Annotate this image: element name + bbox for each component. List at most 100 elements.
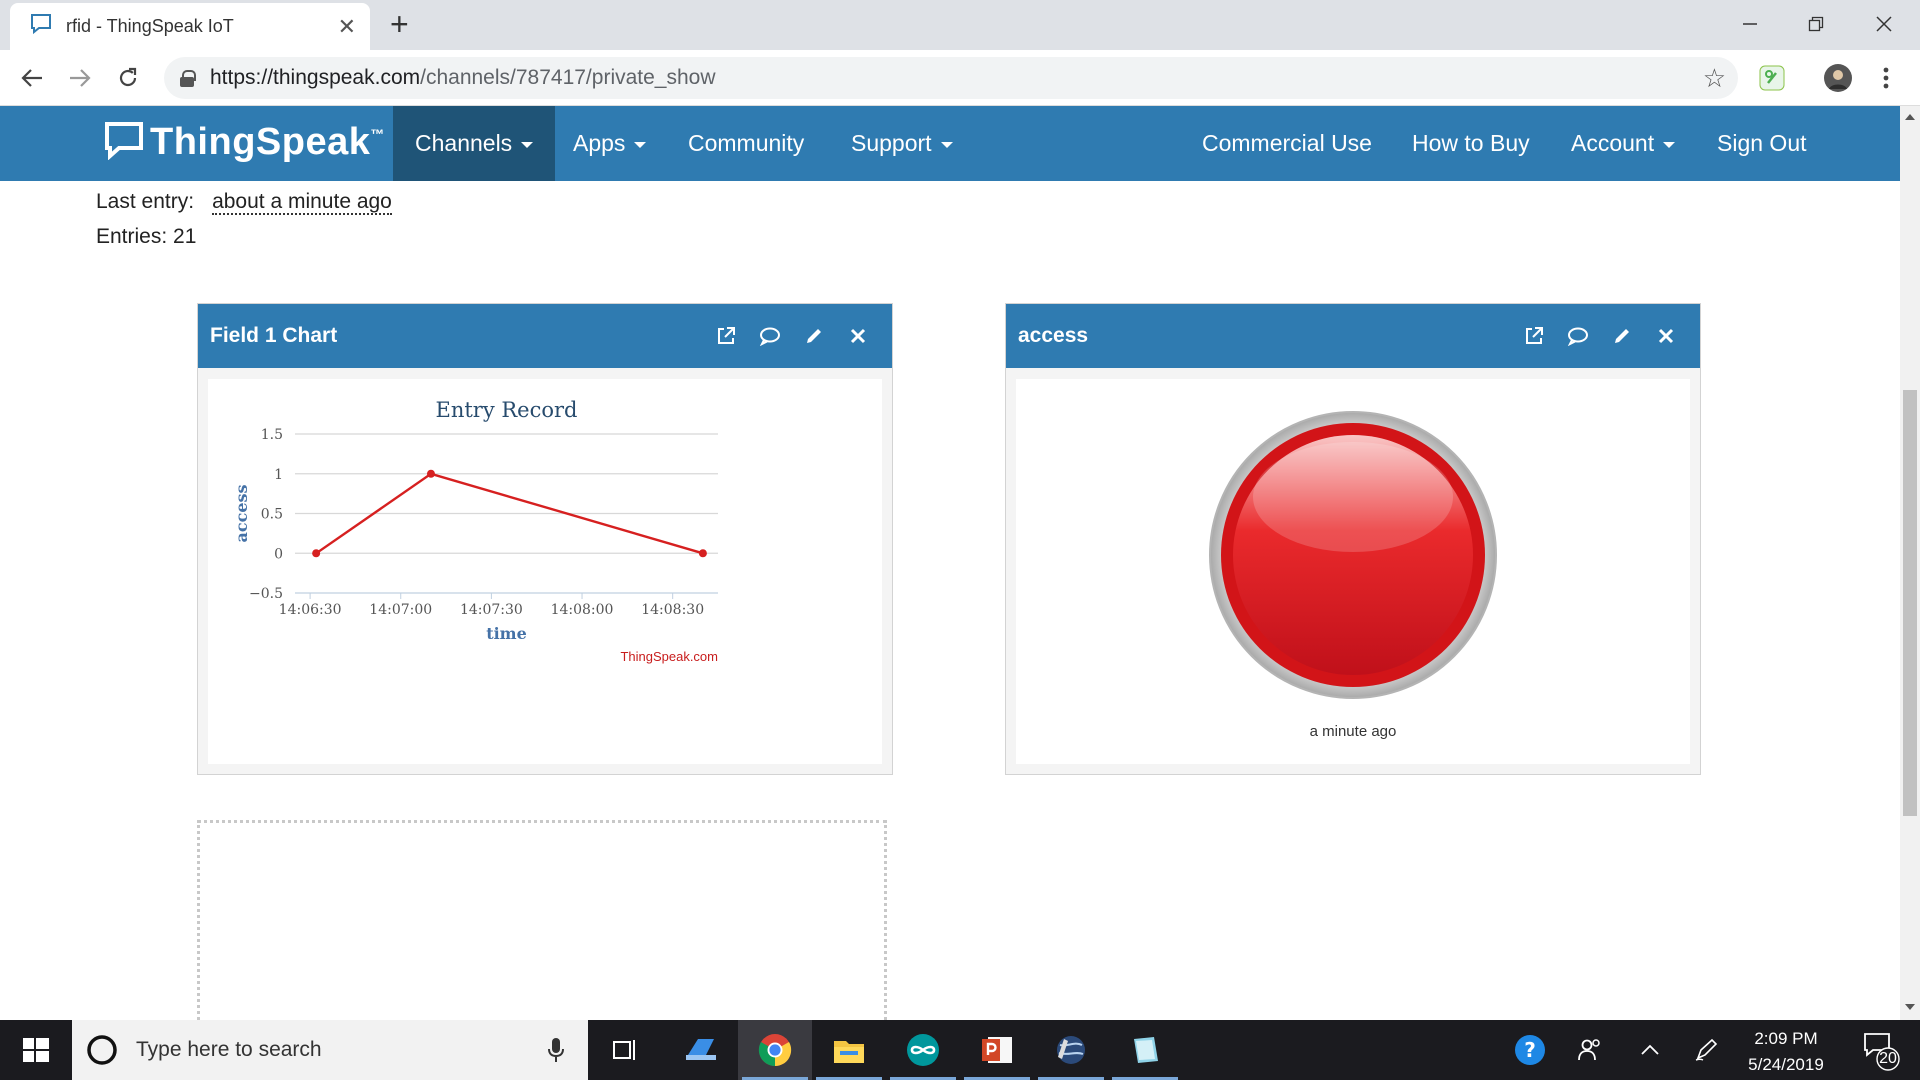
scroll-down-arrow-icon[interactable] — [1905, 1004, 1915, 1010]
lock-icon — [180, 70, 196, 87]
nav-how-to-buy[interactable]: How to Buy — [1390, 106, 1552, 181]
x-tick-label: 14:07:00 — [369, 602, 432, 618]
extension-icon[interactable] — [1756, 62, 1788, 94]
thingspeak-logo[interactable]: ThingSpeak ™ — [104, 120, 384, 165]
close-icon[interactable] — [836, 316, 880, 356]
chart-area: Entry Record 1.5 1 0.5 0 −0.5 14:06:30 14:07:00… — [208, 379, 882, 764]
address-bar[interactable]: https://thingspeak.com/channels/787417/p… — [164, 57, 1738, 99]
comment-icon[interactable] — [1556, 316, 1600, 356]
y-tick-label: −0.5 — [249, 586, 283, 602]
entry-record-chart: Entry Record 1.5 1 0.5 0 −0.514:06:30 14:07:00… — [232, 398, 718, 664]
lamp-area: a minute ago — [1016, 379, 1690, 764]
scroll-thumb[interactable] — [1903, 390, 1917, 816]
pencil-icon[interactable] — [1600, 316, 1644, 356]
search-placeholder: Type here to search — [136, 1038, 322, 1061]
x-tick-label: 14:07:30 — [460, 602, 523, 618]
reload-icon[interactable] — [112, 62, 144, 94]
taskbar-app-globe-icon[interactable] — [1034, 1020, 1108, 1080]
y-axis-label: access — [232, 484, 251, 542]
nav-sign-out[interactable]: Sign Out — [1695, 106, 1829, 181]
taskbar-app-arduino-icon[interactable] — [886, 1020, 960, 1080]
windows-taskbar: Type here to search ? 2:09 PM 5/24/2019 … — [0, 1020, 1920, 1080]
y-tick-label: 1.5 — [261, 427, 283, 443]
task-view-icon[interactable] — [588, 1020, 662, 1080]
browser-tabstrip: rfid - ThingSpeak IoT ✕ + — [0, 0, 1920, 50]
widget-title: access — [1018, 324, 1089, 347]
chevron-up-icon[interactable] — [1630, 1020, 1670, 1080]
help-icon[interactable]: ? — [1508, 1020, 1552, 1080]
widget-header: Field 1 Chart — [198, 304, 892, 368]
comment-icon[interactable] — [748, 316, 792, 356]
bookmark-star-icon[interactable]: ☆ — [1703, 63, 1726, 94]
browser-tab[interactable]: rfid - ThingSpeak IoT ✕ — [10, 3, 370, 50]
notification-count: 20 — [1879, 1050, 1897, 1067]
nav-support[interactable]: Support — [829, 106, 975, 181]
x-tick-label: 14:06:30 — [279, 602, 342, 618]
external-link-icon[interactable] — [1512, 316, 1556, 356]
taskbar-search-box[interactable]: Type here to search — [72, 1020, 588, 1080]
clock-date: 5/24/2019 — [1748, 1055, 1824, 1074]
lamp-caption: a minute ago — [1309, 723, 1397, 740]
cortana-icon — [87, 1035, 117, 1065]
start-button[interactable] — [0, 1020, 72, 1080]
clock-time: 2:09 PM — [1754, 1029, 1818, 1048]
access-lamp-widget: access a minute ago — [1005, 303, 1701, 775]
close-window-button[interactable] — [1854, 6, 1914, 42]
nav-commercial-use[interactable]: Commercial Use — [1180, 106, 1394, 181]
data-point — [426, 469, 435, 478]
forward-arrow-icon[interactable] — [64, 62, 96, 94]
widget-header: access — [1006, 304, 1700, 368]
close-icon[interactable] — [1644, 316, 1688, 356]
x-tick-label: 14:08:00 — [551, 602, 614, 618]
new-tab-button[interactable]: + — [390, 8, 409, 40]
caret-down-icon — [521, 142, 534, 148]
tab-title: rfid - ThingSpeak IoT — [66, 16, 234, 36]
minimize-button[interactable] — [1720, 6, 1780, 42]
chart-title: Entry Record — [436, 398, 578, 422]
lamp-indicator — [1209, 411, 1497, 699]
speech-bubble-icon — [104, 120, 144, 165]
taskbar-clock[interactable]: 2:09 PM 5/24/2019 — [1716, 1026, 1856, 1078]
caret-down-icon — [1663, 142, 1676, 148]
taskbar-app-chrome-icon[interactable] — [738, 1020, 812, 1080]
chart-credit: ThingSpeak.com — [620, 649, 718, 664]
y-tick-label: 1 — [274, 467, 283, 483]
taskbar-app-file-explorer-icon[interactable] — [812, 1020, 886, 1080]
taskbar-app-notebook-icon[interactable] — [1108, 1020, 1182, 1080]
nav-apps[interactable]: Apps — [551, 106, 668, 181]
restore-button[interactable] — [1786, 6, 1846, 42]
action-center-icon[interactable]: 20 — [1856, 1020, 1906, 1080]
svg-text:?: ? — [1524, 1038, 1536, 1062]
empty-widget-placeholder — [197, 820, 887, 1020]
data-point — [698, 549, 707, 558]
back-arrow-icon[interactable] — [16, 62, 48, 94]
x-tick-label: 14:08:30 — [641, 602, 704, 618]
url-text: https://thingspeak.com/channels/787417/p… — [210, 66, 716, 89]
field-chart-widget: Field 1 Chart Entry Record 1.5 1 0.5 0 −0.5 14… — [197, 303, 893, 775]
caret-down-icon — [634, 142, 647, 148]
external-link-icon[interactable] — [704, 316, 748, 356]
pencil-icon[interactable] — [792, 316, 836, 356]
people-icon[interactable] — [1570, 1020, 1610, 1080]
taskbar-app-computer-icon[interactable] — [664, 1020, 738, 1080]
y-tick-label: 0 — [274, 546, 283, 562]
browser-toolbar: https://thingspeak.com/channels/787417/p… — [0, 50, 1920, 106]
nav-account[interactable]: Account — [1549, 106, 1697, 181]
last-entry-value: about a minute ago — [212, 190, 392, 215]
microphone-icon[interactable] — [546, 1036, 566, 1064]
profile-avatar[interactable] — [1822, 62, 1854, 94]
caret-down-icon — [940, 142, 953, 148]
browser-menu-icon[interactable] — [1870, 62, 1902, 94]
data-point — [312, 549, 321, 558]
y-tick-label: 0.5 — [261, 507, 283, 523]
last-entry-row: Last entry: about a minute ago — [96, 190, 392, 215]
nav-community[interactable]: Community — [666, 106, 826, 181]
taskbar-app-powerpoint-icon[interactable] — [960, 1020, 1034, 1080]
page-scrollbar[interactable] — [1900, 106, 1920, 1020]
tab-favicon-icon — [30, 13, 52, 40]
thingspeak-navbar: ThingSpeak ™ Channels Apps Community Sup… — [0, 106, 1900, 181]
x-axis-label: time — [486, 624, 527, 643]
tab-close-icon[interactable]: ✕ — [338, 14, 356, 40]
scroll-up-arrow-icon[interactable] — [1905, 114, 1915, 120]
nav-channels[interactable]: Channels — [393, 106, 556, 181]
